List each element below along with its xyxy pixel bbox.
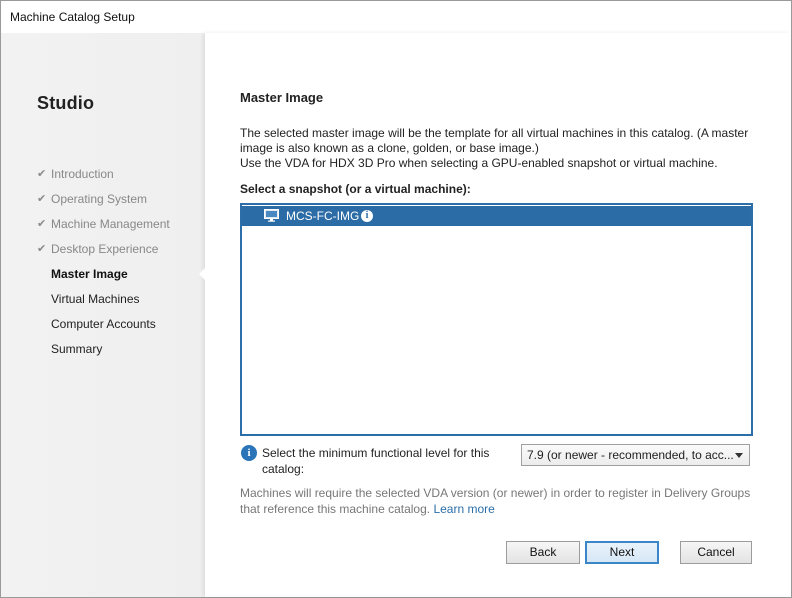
back-button[interactable]: Back xyxy=(506,541,580,564)
step-desktop-experience[interactable]: ✔ Desktop Experience xyxy=(37,242,170,267)
snapshot-list[interactable]: MCS-FC-IMG i xyxy=(240,203,753,436)
step-label: Summary xyxy=(51,342,103,356)
step-label: Master Image xyxy=(51,267,128,281)
wizard-sidebar: Studio ✔ Introduction ✔ Operating System ✔… xyxy=(1,33,205,597)
check-icon: ✔ xyxy=(37,168,47,180)
app-name: Studio xyxy=(37,93,95,113)
page-description: The selected master image will be the te… xyxy=(240,126,760,171)
learn-more-link[interactable]: Learn more xyxy=(433,502,494,516)
page-title: Master Image xyxy=(240,90,324,105)
step-label: Desktop Experience xyxy=(51,242,159,256)
step-operating-system[interactable]: ✔ Operating System xyxy=(37,192,170,217)
functional-level-dropdown[interactable]: 7.9 (or newer - recommended, to acc... xyxy=(521,444,750,466)
note-text: Machines will require the selected VDA v… xyxy=(240,486,751,516)
step-computer-accounts: Computer Accounts xyxy=(37,317,170,342)
step-label: Virtual Machines xyxy=(51,292,140,306)
info-icon: i xyxy=(241,445,257,461)
cancel-button[interactable]: Cancel xyxy=(680,541,752,564)
description-line: The selected master image will be the te… xyxy=(240,126,749,155)
main-panel: Master Image The selected master image w… xyxy=(205,33,791,597)
functional-level-label: Select the minimum functional level for … xyxy=(262,446,490,476)
description-line: Use the VDA for HDX 3D Pro when selectin… xyxy=(240,156,718,170)
step-virtual-machines: Virtual Machines xyxy=(37,292,170,317)
wizard-steps: ✔ Introduction ✔ Operating System ✔ Machine… xyxy=(37,167,170,367)
info-icon[interactable]: i xyxy=(361,210,373,222)
step-master-image: Master Image xyxy=(37,267,170,292)
step-summary: Summary xyxy=(37,342,170,367)
check-icon: ✔ xyxy=(37,193,47,205)
snapshot-item[interactable]: MCS-FC-IMG i xyxy=(242,206,751,226)
active-step-pointer xyxy=(199,267,206,281)
step-introduction[interactable]: ✔ Introduction xyxy=(37,167,170,192)
window-title: Machine Catalog Setup xyxy=(10,10,135,24)
check-icon: ✔ xyxy=(37,218,47,230)
step-label: Operating System xyxy=(51,192,148,206)
vda-note: Machines will require the selected VDA v… xyxy=(240,485,760,517)
title-bar: Machine Catalog Setup xyxy=(1,1,791,33)
functional-level-value: 7.9 (or newer - recommended, to acc... xyxy=(527,448,734,462)
setup-window: Machine Catalog Setup Studio ✔ Introducti… xyxy=(0,0,792,598)
monitor-icon xyxy=(264,209,279,222)
step-label: Introduction xyxy=(51,167,114,181)
next-button[interactable]: Next xyxy=(585,541,659,564)
step-machine-management[interactable]: ✔ Machine Management xyxy=(37,217,170,242)
step-label: Machine Management xyxy=(51,217,170,231)
step-label: Computer Accounts xyxy=(51,317,156,331)
check-icon: ✔ xyxy=(37,243,47,255)
snapshot-label: Select a snapshot (or a virtual machine)… xyxy=(240,182,471,196)
chevron-down-icon xyxy=(735,453,743,458)
snapshot-name: MCS-FC-IMG xyxy=(286,209,360,223)
